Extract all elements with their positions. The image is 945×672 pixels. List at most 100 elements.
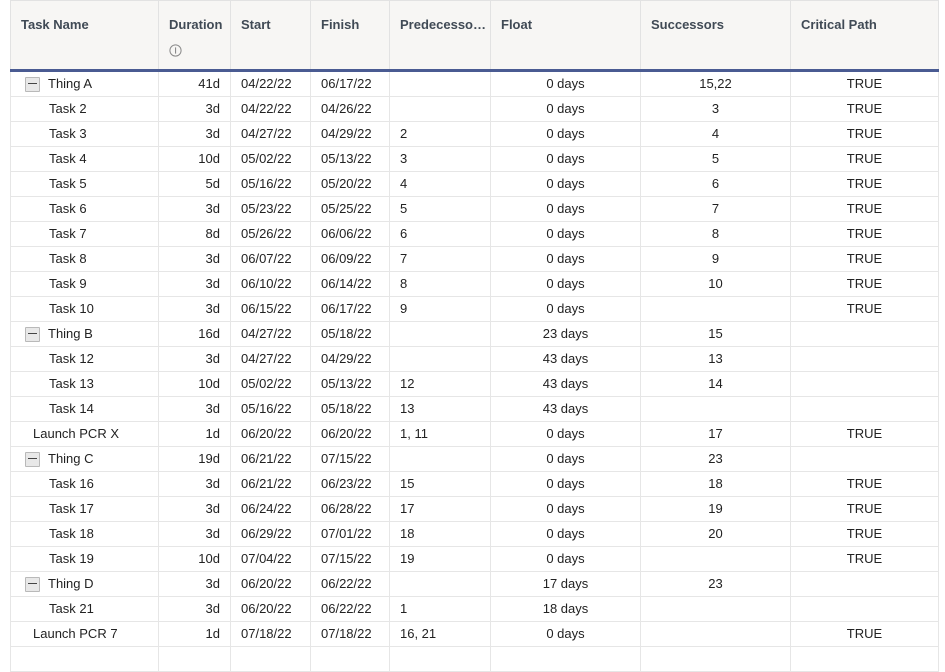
cell-pred[interactable]: 1, 11	[389, 421, 491, 447]
cell-finish[interactable]: 07/15/22	[310, 546, 390, 572]
cell-float[interactable]: 0 days	[490, 271, 641, 297]
table-row[interactable]: Launch PCR 7 1d 07/18/22 07/18/22 16, 21 0 da…	[10, 621, 939, 647]
table-row[interactable]: Thing C 19d 06/21/22 07/15/22 0 days 23	[10, 446, 939, 472]
cell-start[interactable]: 04/27/22	[230, 321, 311, 347]
cell-succ[interactable]: 7	[640, 196, 791, 222]
cell-name[interactable]: Thing B	[10, 321, 159, 347]
cell-pred[interactable]: 17	[389, 496, 491, 522]
cell-float[interactable]: 0 days	[490, 196, 641, 222]
cell-dur[interactable]: 3d	[158, 196, 231, 222]
cell-finish[interactable]: 05/13/22	[310, 371, 390, 397]
cell-start[interactable]: 06/15/22	[230, 296, 311, 322]
cell-float[interactable]: 23 days	[490, 321, 641, 347]
table-row[interactable]: Thing A 41d 04/22/22 06/17/22 0 days 15,22 TRU…	[10, 70, 939, 97]
cell-dur[interactable]: 3d	[158, 246, 231, 272]
cell-pred[interactable]: 13	[389, 396, 491, 422]
cell-succ[interactable]	[640, 296, 791, 322]
table-row[interactable]: Task 14 3d 05/16/22 05/18/22 13 43 days	[10, 396, 939, 422]
cell-succ[interactable]: 23	[640, 571, 791, 597]
cell-pred[interactable]: 3	[389, 146, 491, 172]
info-icon[interactable]	[169, 44, 182, 57]
table-row[interactable]: Task 21 3d 06/20/22 06/22/22 1 18 days	[10, 596, 939, 622]
cell-name[interactable]: Task 19	[10, 546, 159, 572]
cell-start[interactable]: 06/21/22	[230, 471, 311, 497]
column-header-succ[interactable]: Successors	[640, 0, 791, 72]
cell-pred[interactable]: 6	[389, 221, 491, 247]
cell-start[interactable]: 07/04/22	[230, 546, 311, 572]
cell-crit[interactable]	[790, 571, 939, 597]
cell-succ[interactable]: 15	[640, 321, 791, 347]
cell-float[interactable]	[490, 646, 641, 672]
column-header-pred[interactable]: Predecesso…	[389, 0, 491, 72]
cell-pred[interactable]: 7	[389, 246, 491, 272]
cell-pred[interactable]: 12	[389, 371, 491, 397]
cell-succ[interactable]: 6	[640, 171, 791, 197]
cell-finish[interactable]: 06/22/22	[310, 571, 390, 597]
cell-name[interactable]: Launch PCR X	[10, 421, 159, 447]
cell-pred[interactable]	[389, 446, 491, 472]
cell-dur[interactable]: 3d	[158, 396, 231, 422]
cell-float[interactable]: 0 days	[490, 446, 641, 472]
cell-crit[interactable]: TRUE	[790, 296, 939, 322]
cell-dur[interactable]: 10d	[158, 546, 231, 572]
cell-crit[interactable]: TRUE	[790, 621, 939, 647]
cell-crit[interactable]	[790, 596, 939, 622]
cell-pred[interactable]: 8	[389, 271, 491, 297]
cell-dur[interactable]: 3d	[158, 471, 231, 497]
cell-succ[interactable]: 23	[640, 446, 791, 472]
cell-succ[interactable]: 4	[640, 121, 791, 147]
table-row[interactable]: Task 10 3d 06/15/22 06/17/22 9 0 days TRUE	[10, 296, 939, 322]
cell-finish[interactable]: 05/20/22	[310, 171, 390, 197]
cell-name[interactable]: Task 2	[10, 96, 159, 122]
cell-crit[interactable]: TRUE	[790, 96, 939, 122]
cell-start[interactable]: 05/02/22	[230, 371, 311, 397]
cell-crit[interactable]: TRUE	[790, 246, 939, 272]
cell-name[interactable]: Thing C	[10, 446, 159, 472]
cell-dur[interactable]: 3d	[158, 496, 231, 522]
cell-name[interactable]: Thing A	[10, 70, 159, 97]
cell-start[interactable]: 07/18/22	[230, 621, 311, 647]
cell-finish[interactable]: 07/18/22	[310, 621, 390, 647]
cell-succ[interactable]	[640, 646, 791, 672]
cell-finish[interactable]: 06/17/22	[310, 70, 390, 97]
column-header-crit[interactable]: Critical Path	[790, 0, 939, 72]
cell-succ[interactable]	[640, 396, 791, 422]
cell-name[interactable]: Thing D	[10, 571, 159, 597]
cell-dur[interactable]: 3d	[158, 271, 231, 297]
cell-finish[interactable]: 06/20/22	[310, 421, 390, 447]
table-row[interactable]: Launch PCR X 1d 06/20/22 06/20/22 1, 11 0 day…	[10, 421, 939, 447]
cell-name[interactable]: Task 16	[10, 471, 159, 497]
cell-succ[interactable]: 20	[640, 521, 791, 547]
table-row[interactable]: Task 3 3d 04/27/22 04/29/22 2 0 days 4 TRUE	[10, 121, 939, 147]
cell-float[interactable]: 17 days	[490, 571, 641, 597]
cell-pred[interactable]: 19	[389, 546, 491, 572]
cell-start[interactable]: 05/16/22	[230, 171, 311, 197]
cell-finish[interactable]: 07/01/22	[310, 521, 390, 547]
cell-start[interactable]: 06/10/22	[230, 271, 311, 297]
cell-float[interactable]: 0 days	[490, 221, 641, 247]
cell-pred[interactable]: 4	[389, 171, 491, 197]
cell-float[interactable]: 0 days	[490, 421, 641, 447]
cell-finish[interactable]: 04/29/22	[310, 346, 390, 372]
cell-crit[interactable]: TRUE	[790, 521, 939, 547]
table-row[interactable]: Task 4 10d 05/02/22 05/13/22 3 0 days 5 TRUE	[10, 146, 939, 172]
cell-float[interactable]: 0 days	[490, 171, 641, 197]
cell-dur[interactable]: 41d	[158, 70, 231, 97]
cell-succ[interactable]	[640, 546, 791, 572]
cell-pred[interactable]	[389, 346, 491, 372]
cell-succ[interactable]	[640, 596, 791, 622]
table-row[interactable]: Thing D 3d 06/20/22 06/22/22 17 days 23	[10, 571, 939, 597]
column-header-start[interactable]: Start	[230, 0, 311, 72]
table-row[interactable]: Task 18 3d 06/29/22 07/01/22 18 0 days 20 TRUE	[10, 521, 939, 547]
table-row[interactable]: Task 12 3d 04/27/22 04/29/22 43 days 13	[10, 346, 939, 372]
cell-crit[interactable]	[790, 646, 939, 672]
table-row[interactable]: Task 19 10d 07/04/22 07/15/22 19 0 days TRUE	[10, 546, 939, 572]
table-row[interactable]: Thing B 16d 04/27/22 05/18/22 23 days 15	[10, 321, 939, 347]
cell-float[interactable]: 0 days	[490, 96, 641, 122]
cell-name[interactable]: Task 12	[10, 346, 159, 372]
cell-finish[interactable]: 06/28/22	[310, 496, 390, 522]
cell-start[interactable]: 04/27/22	[230, 121, 311, 147]
cell-dur[interactable]: 3d	[158, 296, 231, 322]
cell-pred[interactable]: 5	[389, 196, 491, 222]
cell-name[interactable]: Launch PCR 7	[10, 621, 159, 647]
